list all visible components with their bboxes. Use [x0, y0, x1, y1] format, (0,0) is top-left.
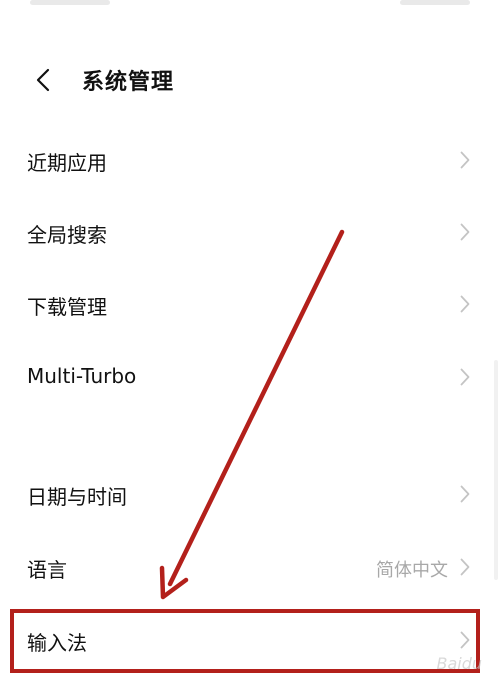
settings-item-download-manager[interactable]: 下载管理 — [0, 274, 500, 336]
chevron-right-icon — [460, 631, 470, 649]
chevron-right-icon — [460, 485, 470, 503]
settings-item-label: 全局搜索 — [27, 223, 107, 247]
settings-item-label: 近期应用 — [27, 151, 107, 175]
settings-item-label: 语言 — [27, 558, 67, 582]
chevron-right-icon — [460, 151, 470, 169]
settings-item-label: 输入法 — [27, 631, 87, 655]
settings-item-recent-apps[interactable]: 近期应用 — [0, 130, 500, 192]
settings-item-date-time[interactable]: 日期与时间 — [0, 464, 500, 526]
scrollbar[interactable] — [494, 360, 498, 580]
settings-item-value: 简体中文 — [376, 560, 448, 581]
settings-item-language[interactable]: 语言 简体中文 — [0, 537, 500, 599]
chevron-right-icon — [460, 295, 470, 313]
chevron-left-icon — [36, 68, 50, 92]
back-button[interactable] — [22, 58, 66, 102]
settings-item-label: 日期与时间 — [27, 485, 127, 509]
app-header: 系统管理 — [0, 50, 500, 110]
chevron-right-icon — [460, 223, 470, 241]
page-title: 系统管理 — [82, 70, 175, 95]
settings-item-label: Multi-Turbo — [27, 364, 137, 388]
settings-item-global-search[interactable]: 全局搜索 — [0, 202, 500, 264]
settings-item-multi-turbo[interactable]: Multi-Turbo — [0, 347, 500, 409]
settings-item-input-method[interactable]: 输入法 — [0, 610, 500, 672]
settings-item-label: 下载管理 — [27, 295, 107, 319]
chevron-right-icon — [460, 558, 470, 576]
watermark-logo: Baidu — [436, 654, 482, 673]
chevron-right-icon — [460, 368, 470, 386]
status-bar — [0, 0, 500, 26]
